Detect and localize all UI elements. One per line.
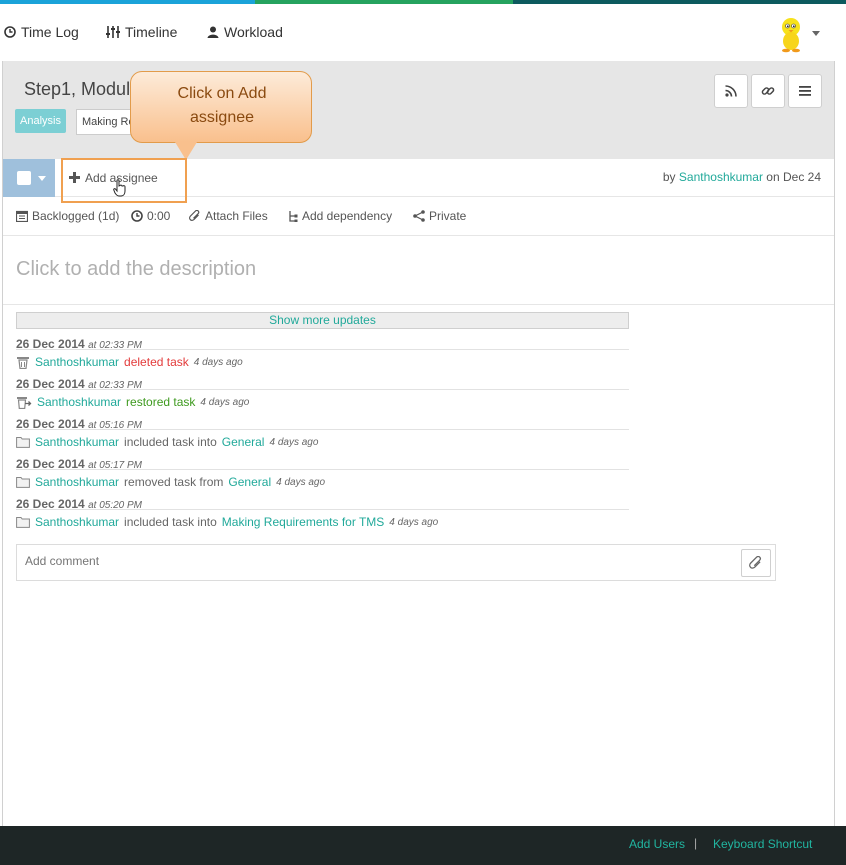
activity-log-entry: 26 Dec 2014 at 02:33 PM Santhoshkumar de…	[16, 337, 629, 377]
log-user-link[interactable]: Santhoshkumar	[35, 435, 119, 449]
select-checkbox[interactable]	[17, 171, 31, 185]
time-tracker[interactable]: 0:00	[131, 209, 170, 223]
log-user-link[interactable]: Santhoshkumar	[37, 395, 121, 409]
privacy-toggle[interactable]: Private	[413, 209, 466, 223]
select-dropdown[interactable]	[3, 159, 55, 197]
select-caret-icon	[38, 176, 46, 181]
hamburger-icon	[799, 86, 811, 96]
nav-time-log-label: Time Log	[21, 24, 79, 40]
paperclip-icon	[189, 210, 200, 221]
clock-icon	[131, 210, 143, 222]
log-ago: 4 days ago	[193, 356, 243, 368]
log-line: Santhoshkumar included task into General…	[16, 429, 629, 449]
status-selector[interactable]: Backlogged (1d)	[16, 209, 119, 223]
share-icon	[413, 210, 425, 222]
activity-log-entry: 26 Dec 2014 at 05:20 PM Santhoshkumar in…	[16, 497, 629, 537]
tutorial-callout: Click on Add assignee	[130, 71, 312, 143]
log-line: Santhoshkumar deleted task 4 days ago	[16, 349, 629, 369]
log-ago: 4 days ago	[269, 436, 319, 448]
description-placeholder[interactable]: Click to add the description	[16, 258, 256, 281]
author-link[interactable]: Santhoshkumar	[679, 170, 763, 184]
user-icon	[207, 26, 219, 38]
more-menu-button[interactable]	[788, 74, 822, 108]
rss-button[interactable]	[714, 74, 748, 108]
folder-icon	[16, 517, 30, 528]
attach-files-button[interactable]: Attach Files	[189, 209, 268, 223]
time-label: 0:00	[147, 209, 171, 223]
right-border	[834, 61, 835, 826]
add-dependency-label: Add dependency	[302, 209, 393, 223]
add-dependency-button[interactable]: Add dependency	[288, 209, 392, 223]
log-line: Santhoshkumar removed task from General …	[16, 469, 629, 489]
attach-files-label: Attach Files	[205, 209, 268, 223]
activity-log-entry: 26 Dec 2014 at 02:33 PM Santhoshkumar re…	[16, 377, 629, 417]
nav-timeline[interactable]: Timeline	[106, 24, 177, 40]
add-users-link[interactable]: Add Users	[629, 837, 685, 851]
dependency-icon	[289, 211, 298, 222]
activity-log-entry: 26 Dec 2014 at 05:16 PM Santhoshkumar in…	[16, 417, 629, 457]
folder-icon	[16, 437, 30, 448]
activity-log-entry: 26 Dec 2014 at 05:17 PM Santhoshkumar re…	[16, 457, 629, 497]
log-line: Santhoshkumar included task into Making …	[16, 509, 629, 529]
callout-text: Click on Add assignee	[177, 85, 267, 126]
nav-time-log[interactable]: Time Log	[4, 24, 79, 40]
calendar-icon	[16, 210, 28, 222]
log-action: restored task	[126, 395, 196, 409]
created-date: on Dec 24	[766, 170, 821, 184]
log-ago: 4 days ago	[389, 516, 439, 528]
created-by: by Santhoshkumar on Dec 24	[663, 170, 821, 184]
log-user-link[interactable]: Santhoshkumar	[35, 515, 119, 529]
comment-attach-button[interactable]	[741, 549, 771, 577]
footer-bar: Add Users | Keyboard Shortcut	[0, 826, 846, 865]
comment-box	[16, 544, 776, 581]
keyboard-shortcut-link[interactable]: Keyboard Shortcut	[713, 837, 812, 851]
top-navbar: Time Log Timeline Workload	[0, 4, 846, 61]
link-icon	[761, 87, 775, 95]
comment-input[interactable]	[25, 554, 625, 568]
log-action: included task into	[124, 435, 217, 449]
log-action: removed task from	[124, 475, 224, 489]
trash-icon	[17, 356, 29, 369]
log-ago: 4 days ago	[276, 476, 326, 488]
clock-icon	[4, 26, 16, 38]
log-user-link[interactable]: Santhoshkumar	[35, 355, 119, 369]
task-toolbar: Add assignee by Santhoshkumar on Dec 24	[3, 158, 834, 203]
show-more-updates-button[interactable]: Show more updates	[16, 312, 629, 329]
avatar[interactable]	[775, 15, 807, 53]
log-target-link[interactable]: Making Requirements for TMS	[222, 515, 385, 529]
log-action: included task into	[124, 515, 217, 529]
user-menu-caret-icon[interactable]	[812, 31, 820, 36]
privacy-label: Private	[429, 209, 467, 223]
nav-timeline-label: Timeline	[125, 24, 178, 40]
by-label: by	[662, 170, 676, 184]
log-target-link[interactable]: General	[222, 435, 265, 449]
task-meta-row: Backlogged (1d) 0:00 Attach Files Add de…	[3, 198, 834, 236]
status-label: Backlogged (1d)	[32, 209, 120, 223]
sliders-icon	[106, 26, 120, 38]
nav-workload-label: Workload	[224, 24, 283, 40]
hand-cursor-icon	[113, 179, 126, 197]
footer-separator: |	[694, 836, 698, 850]
permalink-button[interactable]	[751, 74, 785, 108]
restore-icon	[17, 396, 32, 409]
description-divider	[3, 304, 834, 305]
log-user-link[interactable]: Santhoshkumar	[35, 475, 119, 489]
log-ago: 4 days ago	[200, 396, 250, 408]
rss-icon	[725, 85, 737, 97]
folder-icon	[16, 477, 30, 488]
log-action: deleted task	[124, 355, 189, 369]
nav-workload[interactable]: Workload	[207, 24, 283, 40]
log-line: Santhoshkumar restored task 4 days ago	[16, 389, 629, 409]
paperclip-icon	[749, 556, 761, 569]
log-target-link[interactable]: General	[228, 475, 271, 489]
task-title[interactable]: Step1, Module	[24, 79, 140, 100]
status-tag[interactable]: Analysis	[15, 109, 66, 133]
task-header: Step1, Module Analysis Making Requiremen…	[3, 61, 834, 159]
plus-icon	[69, 172, 80, 183]
